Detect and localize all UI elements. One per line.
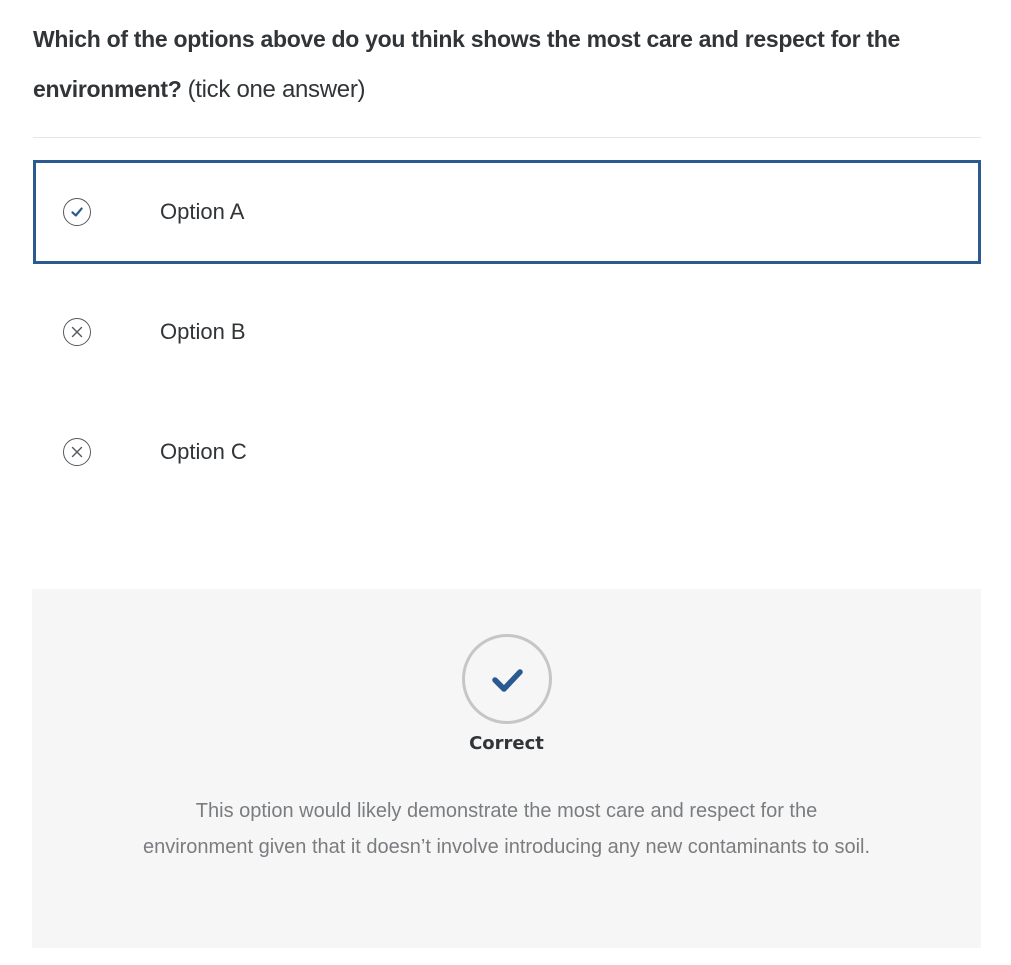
option-c[interactable]: Option C (33, 400, 981, 504)
feedback-explanation: This option would likely demonstrate the… (142, 800, 871, 858)
option-a[interactable]: Option A (33, 160, 981, 264)
result-label: Correct (469, 733, 544, 754)
option-b[interactable]: Option B (33, 280, 981, 384)
check-icon (63, 198, 91, 226)
close-icon (63, 438, 91, 466)
close-icon (63, 318, 91, 346)
question-text: Which of the options above do you think … (33, 14, 981, 115)
question-bold-text: Which of the options above do you think … (33, 26, 901, 102)
question-note: (tick one answer) (187, 76, 366, 103)
check-icon (462, 634, 552, 724)
divider (33, 137, 981, 138)
option-b-label: Option B (160, 319, 246, 344)
option-c-label: Option C (160, 439, 247, 464)
feedback-panel: Correct This option would likely demonst… (32, 589, 981, 948)
option-a-label: Option A (160, 199, 245, 224)
